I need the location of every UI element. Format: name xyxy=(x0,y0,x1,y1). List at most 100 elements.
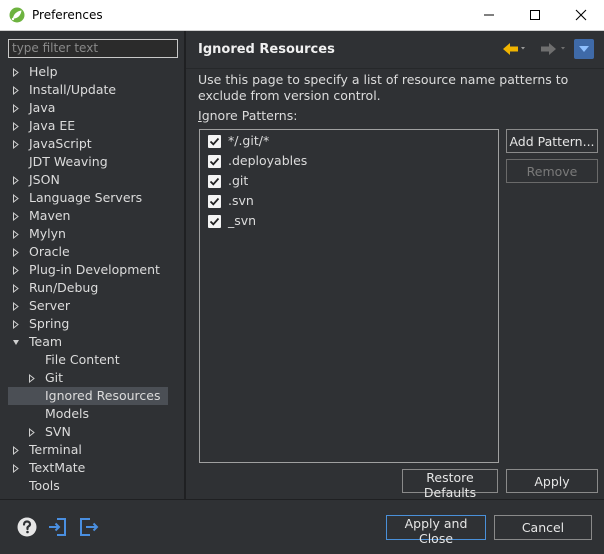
back-arrow-icon xyxy=(503,43,525,55)
chevron-right-icon[interactable] xyxy=(12,86,20,95)
tree-item-java[interactable]: Java xyxy=(0,99,176,117)
tree-item-maven[interactable]: Maven xyxy=(0,207,176,225)
tree-item-terminal[interactable]: Terminal xyxy=(0,441,176,459)
tree-item-label: SVN xyxy=(45,424,71,439)
tree-item-label: Run/Debug xyxy=(29,280,99,295)
cancel-button[interactable]: Cancel xyxy=(494,515,592,540)
tree-item-language-servers[interactable]: Language Servers xyxy=(0,189,176,207)
chevron-right-icon[interactable] xyxy=(12,302,20,311)
tree-item-file-content[interactable]: File Content xyxy=(0,351,176,369)
page-description: Use this page to specify a list of resou… xyxy=(198,72,569,103)
close-button[interactable] xyxy=(558,0,604,30)
pattern-text: .deployables xyxy=(228,153,308,168)
chevron-right-icon[interactable] xyxy=(12,176,20,185)
tree-item-models[interactable]: Models xyxy=(0,405,176,423)
tree-item-label: Spring xyxy=(29,316,70,331)
forward-button[interactable] xyxy=(538,39,568,59)
preferences-tree: Help Install/Update Java Java EE JavaScript J… xyxy=(0,63,176,495)
tree-item-label: Mylyn xyxy=(29,226,66,241)
tree-item-json[interactable]: JSON xyxy=(0,171,176,189)
tree-item-mylyn[interactable]: Mylyn xyxy=(0,225,176,243)
tree-item-java-ee[interactable]: Java EE xyxy=(0,117,176,135)
pattern-checkbox[interactable] xyxy=(208,175,221,188)
chevron-right-icon[interactable] xyxy=(12,446,20,455)
tree-item-svn[interactable]: SVN xyxy=(0,423,176,441)
checkmark-icon xyxy=(209,177,220,186)
chevron-right-icon[interactable] xyxy=(12,464,20,473)
pattern-checkbox[interactable] xyxy=(208,135,221,148)
help-icon[interactable] xyxy=(16,516,38,538)
sidebar-scrollbar[interactable] xyxy=(172,63,177,503)
tree-item-label: Tools xyxy=(29,478,60,493)
chevron-right-icon[interactable] xyxy=(12,194,20,203)
tree-item-textmate[interactable]: TextMate xyxy=(0,459,176,477)
tree-item-jdt-weaving[interactable]: JDT Weaving xyxy=(0,153,176,171)
tree-item-oracle[interactable]: Oracle xyxy=(0,243,176,261)
tree-item-tools[interactable]: Tools xyxy=(0,477,176,495)
chevron-right-icon[interactable] xyxy=(12,122,20,131)
tree-item-label: File Content xyxy=(45,352,120,367)
tree-item-label: Install/Update xyxy=(29,82,117,97)
chevron-right-icon[interactable] xyxy=(28,428,36,437)
pattern-checkbox[interactable] xyxy=(208,155,221,168)
tree-item-spring[interactable]: Spring xyxy=(0,315,176,333)
pattern-checkbox[interactable] xyxy=(208,215,221,228)
tree-item-label: Server xyxy=(29,298,70,313)
chevron-right-icon[interactable] xyxy=(12,230,20,239)
pattern-text: */.git/* xyxy=(228,133,270,148)
import-icon[interactable] xyxy=(47,516,69,538)
minimize-button[interactable] xyxy=(466,0,512,30)
chevron-right-icon[interactable] xyxy=(12,284,20,293)
chevron-right-icon[interactable] xyxy=(28,374,36,383)
tree-item-run-debug[interactable]: Run/Debug xyxy=(0,279,176,297)
ignore-patterns-label-rest: gnore Patterns: xyxy=(201,108,298,123)
add-pattern-button[interactable]: Add Pattern... xyxy=(506,129,598,153)
maximize-icon xyxy=(530,10,540,20)
pattern-text: .git xyxy=(228,173,249,188)
preference-page: Ignored Resources Use this page to speci… xyxy=(186,31,604,500)
back-button[interactable] xyxy=(500,39,528,59)
remove-button[interactable]: Remove xyxy=(506,159,598,183)
dialog-button-bar: Apply and Close Cancel xyxy=(0,499,604,554)
apply-and-close-button[interactable]: Apply and Close xyxy=(386,515,486,546)
tree-item-label: Language Servers xyxy=(29,190,143,205)
tree-item-plug-in-development[interactable]: Plug-in Development xyxy=(0,261,176,279)
pattern-checkbox[interactable] xyxy=(208,195,221,208)
restore-defaults-button[interactable]: Restore Defaults xyxy=(402,469,498,500)
tree-item-label: TextMate xyxy=(29,460,86,475)
tree-item-javascript[interactable]: JavaScript xyxy=(0,135,176,153)
preferences-sidebar: Help Install/Update Java Java EE JavaScript J… xyxy=(0,31,184,499)
chevron-right-icon[interactable] xyxy=(12,320,20,329)
export-icon[interactable] xyxy=(78,516,100,538)
tree-item-label: Terminal xyxy=(29,442,82,457)
filter-input[interactable] xyxy=(8,39,178,58)
tree-item-help[interactable]: Help xyxy=(0,63,176,81)
eclipse-leaf-icon xyxy=(9,7,25,23)
page-header: Ignored Resources xyxy=(186,31,604,69)
tree-item-label: Oracle xyxy=(29,244,70,259)
chevron-right-icon[interactable] xyxy=(12,266,20,275)
window-title: Preferences xyxy=(32,8,103,22)
tree-item-install-update[interactable]: Install/Update xyxy=(0,81,176,99)
apply-button[interactable]: Apply xyxy=(506,469,598,493)
ignore-patterns-list[interactable]: */.git/* .deployables .git .svn _svn xyxy=(199,129,499,463)
minimize-icon xyxy=(484,14,494,16)
ignore-patterns-label: Ignore Patterns: xyxy=(198,108,297,123)
tree-item-ignored-resources[interactable]: Ignored Resources xyxy=(8,387,168,405)
tree-item-label: Java xyxy=(29,100,56,115)
tree-item-server[interactable]: Server xyxy=(0,297,176,315)
chevron-right-icon[interactable] xyxy=(12,68,20,77)
tree-item-label: Help xyxy=(29,64,58,79)
chevron-right-icon[interactable] xyxy=(12,104,20,113)
tree-item-label: Maven xyxy=(29,208,71,223)
maximize-button[interactable] xyxy=(512,0,558,30)
chevron-right-icon[interactable] xyxy=(12,140,20,149)
chevron-right-icon[interactable] xyxy=(12,248,20,257)
chevron-right-icon[interactable] xyxy=(12,212,20,221)
window-titlebar: Preferences xyxy=(0,0,604,31)
checkmark-icon xyxy=(209,197,220,206)
tree-item-git[interactable]: Git xyxy=(0,369,176,387)
view-menu-button[interactable] xyxy=(574,39,594,59)
tree-item-team[interactable]: Team xyxy=(0,333,176,351)
chevron-down-icon[interactable] xyxy=(12,338,20,347)
